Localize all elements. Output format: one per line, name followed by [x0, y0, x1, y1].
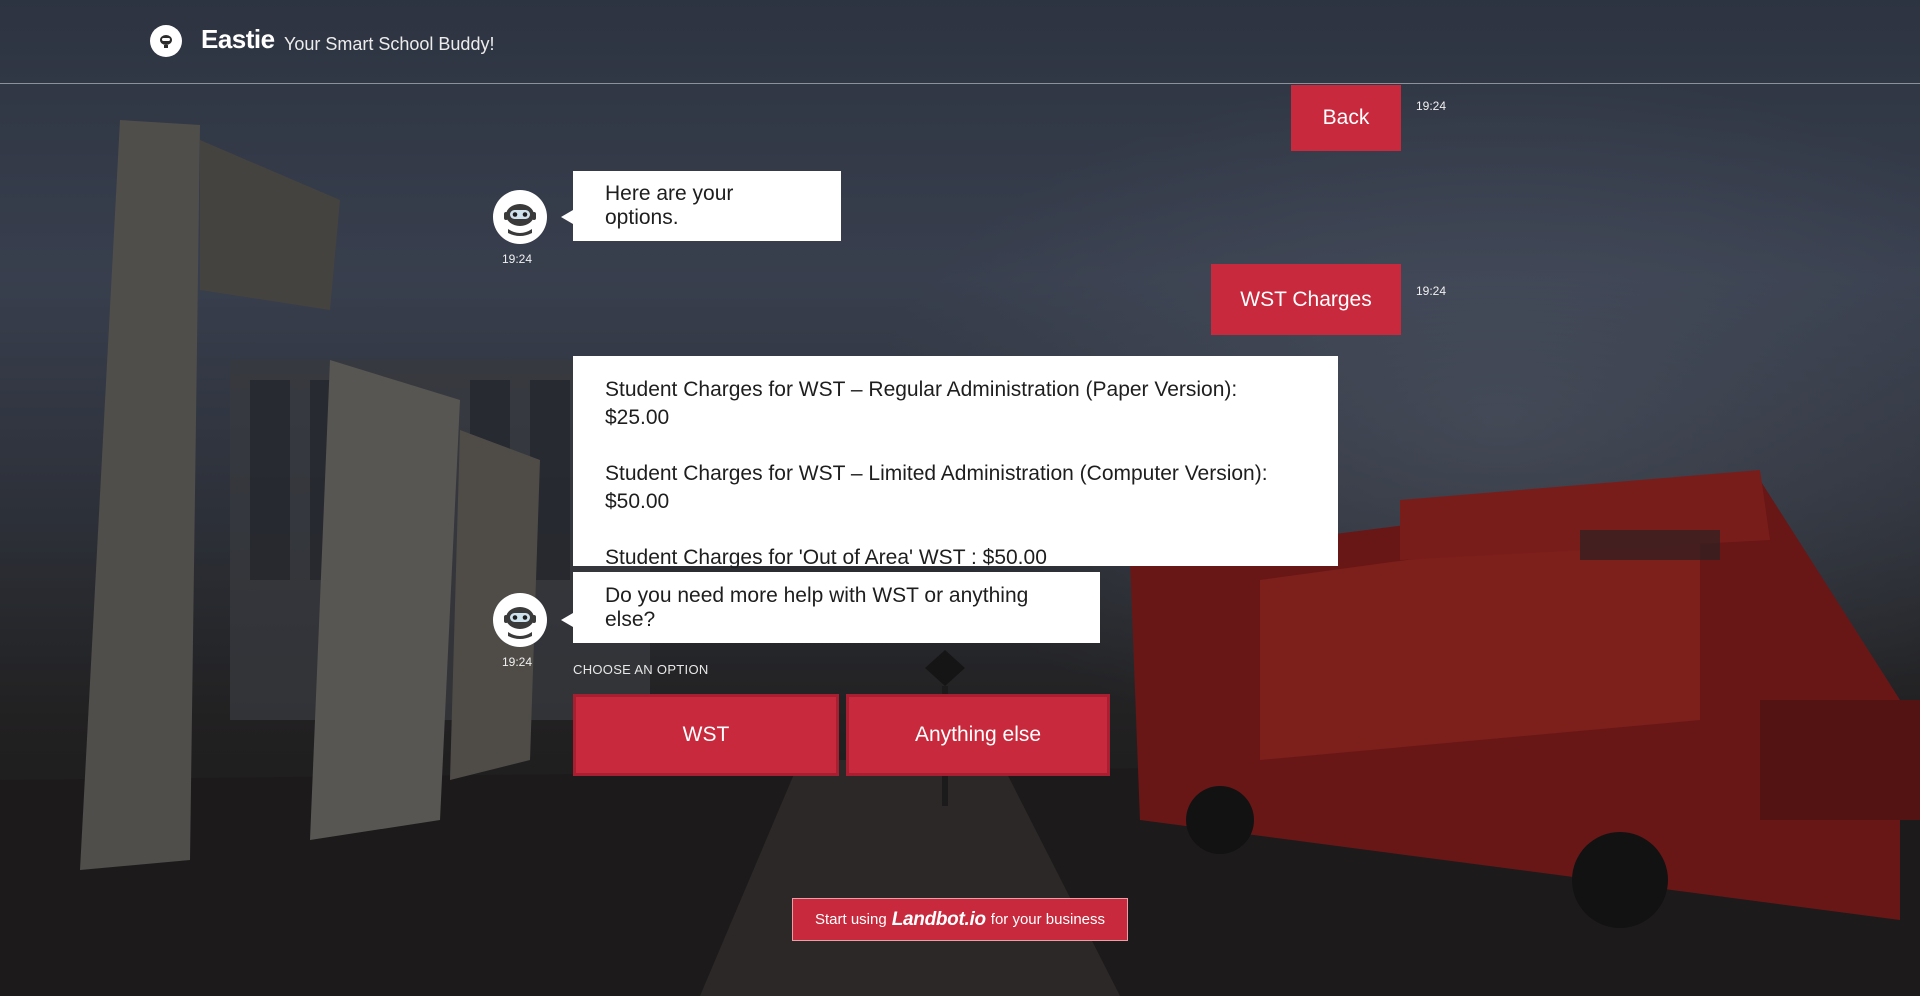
promo-brand: Landbot.io — [891, 908, 986, 930]
message-text: Do you need more help with WST or anythi… — [605, 583, 1029, 631]
chat-page: Eastie Your Smart School Buddy! Back 19:… — [0, 0, 1920, 996]
promo-suffix: for your business — [990, 911, 1106, 928]
bot-avatar — [493, 190, 547, 244]
choose-option-label: CHOOSE AN OPTION — [573, 662, 709, 677]
promo-prefix: Start using — [814, 911, 887, 928]
bot-message-more-help: Do you need more help with WST or anythi… — [573, 572, 1100, 643]
user-message-back: Back — [1291, 85, 1401, 151]
landbot-promo-link[interactable]: Start using Landbot.io for your business — [792, 898, 1128, 941]
robot-icon — [150, 25, 182, 57]
message-timestamp: 19:24 — [502, 655, 533, 669]
message-timestamp: 19:24 — [502, 252, 533, 266]
message-timestamp: 19:24 — [1416, 99, 1447, 113]
robot-avatar-icon — [504, 204, 536, 236]
charge-line-regular: Student Charges for WST – Regular Admini… — [605, 378, 1238, 429]
brand-name: Eastie — [201, 24, 275, 54]
bot-message-charges: Student Charges for WST – Regular Admini… — [573, 356, 1338, 569]
charge-line-out-of-area: Student Charges for 'Out of Area' WST : … — [605, 546, 1047, 569]
message-timestamp: 19:24 — [1416, 284, 1447, 298]
charge-line-limited: Student Charges for WST – Limited Admini… — [605, 462, 1268, 513]
bot-message-options-intro: Here are your options. — [573, 171, 841, 241]
robot-avatar-icon — [504, 607, 536, 639]
bubble-tail — [561, 613, 573, 627]
option-button-wst[interactable]: WST — [573, 694, 839, 776]
chat-header: Eastie Your Smart School Buddy! — [0, 0, 1920, 84]
option-button-anything-else[interactable]: Anything else — [846, 694, 1110, 776]
user-message-wst-charges: WST Charges — [1211, 264, 1401, 335]
bot-avatar — [493, 593, 547, 647]
message-text: Here are your options. — [605, 182, 734, 229]
brand-tagline: Your Smart School Buddy! — [284, 34, 495, 54]
bubble-tail — [561, 210, 573, 224]
